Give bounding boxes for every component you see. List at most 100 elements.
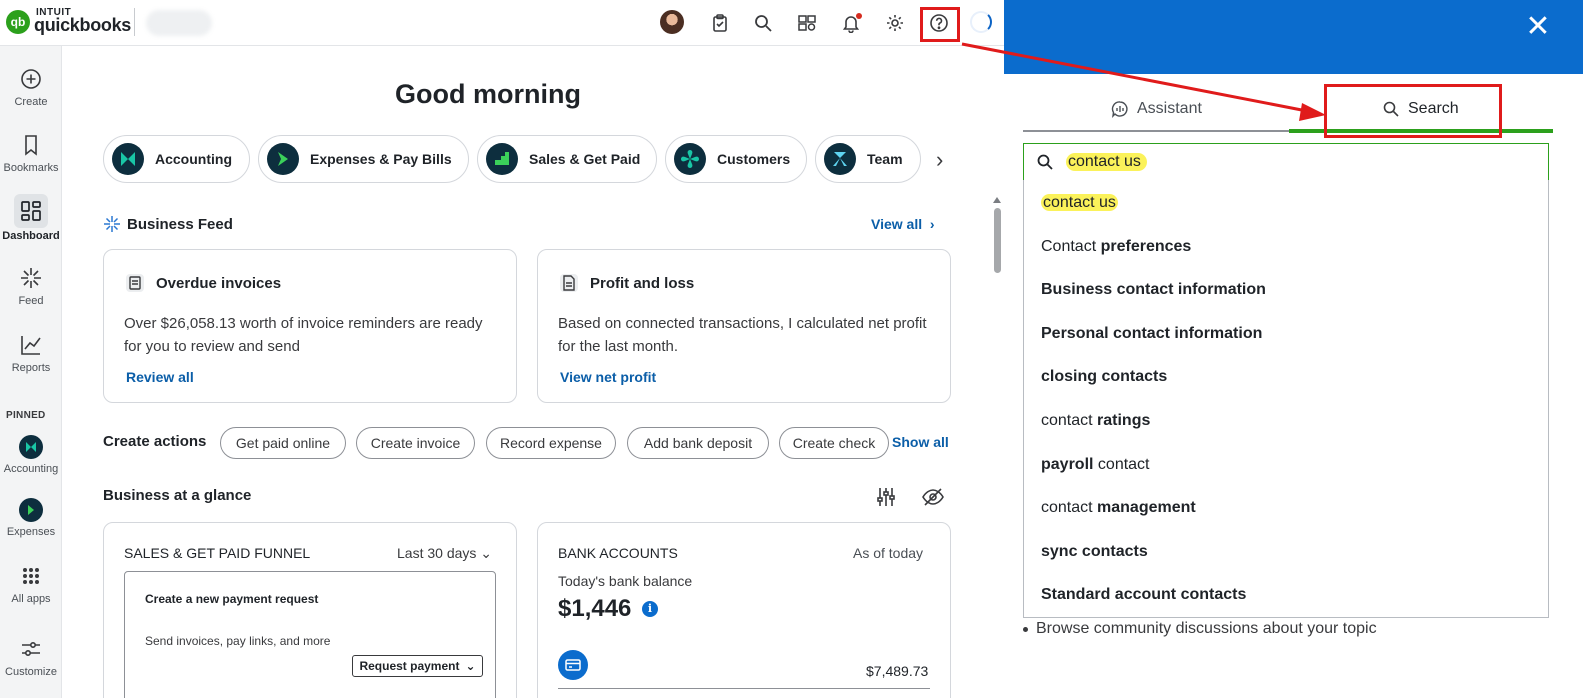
review-all-link[interactable]: Review all bbox=[126, 369, 194, 385]
sidebar-item-reports[interactable]: Reports bbox=[0, 332, 62, 374]
tab-assistant[interactable]: Assistant bbox=[1111, 100, 1202, 118]
category-label: Team bbox=[867, 151, 903, 167]
create-invoice-button[interactable]: Create invoice bbox=[356, 427, 475, 459]
payment-request-body: Send invoices, pay links, and more bbox=[145, 634, 331, 648]
category-label: Sales & Get Paid bbox=[529, 151, 641, 167]
customize-sliders-icon[interactable] bbox=[875, 486, 897, 508]
suggestions-dropdown: contact us Contact preferences Business … bbox=[1023, 180, 1549, 618]
card-title: SALES & GET PAID FUNNEL bbox=[124, 545, 311, 561]
sidebar-item-bookmarks[interactable]: Bookmarks bbox=[0, 132, 62, 174]
suggestion-bold-text: Personal contact information bbox=[1041, 325, 1263, 342]
feed-icon bbox=[21, 268, 41, 288]
category-accounting[interactable]: Accounting bbox=[103, 135, 250, 183]
hide-eye-icon[interactable] bbox=[921, 486, 945, 508]
as-of-label: As of today bbox=[853, 545, 924, 561]
close-icon[interactable]: ✕ bbox=[1523, 12, 1553, 42]
plus-circle-icon bbox=[21, 69, 41, 89]
sidebar-item-dashboard[interactable]: Dashboard bbox=[0, 194, 62, 242]
suggestion-item[interactable]: contact management bbox=[1041, 499, 1196, 517]
community-bullet: Browse community discussions about your … bbox=[1023, 620, 1377, 638]
category-customers[interactable]: Customers bbox=[665, 135, 807, 183]
account-amount: $7,489.73 bbox=[866, 663, 929, 679]
suggestion-bold-text: sync contacts bbox=[1041, 543, 1148, 560]
suggestion-item[interactable]: closing contacts bbox=[1041, 368, 1167, 386]
main-content: Good morning Accounting Expenses & Pay B… bbox=[63, 46, 1003, 698]
search-input[interactable]: contact us bbox=[1066, 153, 1147, 171]
suggestion-text: contact bbox=[1093, 456, 1150, 473]
card-title-text: Overdue invoices bbox=[156, 274, 282, 292]
suggestion-item[interactable]: Personal contact information bbox=[1041, 325, 1262, 343]
view-all-label: View all bbox=[871, 216, 923, 232]
payment-request-panel: Create a new payment request Send invoic… bbox=[124, 571, 496, 698]
suggestion-text: contact us bbox=[1041, 194, 1118, 211]
quickbooks-logo-icon[interactable]: qb bbox=[6, 10, 30, 34]
sidebar-item-accounting[interactable]: Accounting bbox=[0, 435, 62, 475]
request-payment-label: Request payment bbox=[359, 659, 460, 673]
sidebar-item-label: Reports bbox=[11, 362, 51, 374]
suggestion-item[interactable]: Standard account contacts bbox=[1041, 586, 1246, 604]
sidebar-item-feed[interactable]: Feed bbox=[0, 265, 62, 307]
top-bar: qb INTUIT quickbooks bbox=[0, 0, 1013, 46]
suggestion-item[interactable]: Contact preferences bbox=[1041, 238, 1191, 256]
sliders-icon bbox=[22, 642, 40, 657]
search-tab-annotation-box bbox=[1324, 84, 1502, 138]
bank-card-icon bbox=[558, 650, 588, 680]
suggestion-bold-text: preferences bbox=[1100, 238, 1192, 255]
suggestion-item[interactable]: contact us bbox=[1041, 194, 1118, 212]
category-expenses[interactable]: Expenses & Pay Bills bbox=[258, 135, 469, 183]
notification-dot bbox=[856, 13, 862, 19]
chevron-right-icon[interactable]: › bbox=[936, 147, 943, 173]
expenses-icon bbox=[19, 498, 43, 522]
add-bank-deposit-button[interactable]: Add bank deposit bbox=[627, 427, 769, 459]
info-icon[interactable]: i bbox=[642, 601, 658, 617]
suggestion-bold-text: ratings bbox=[1097, 412, 1151, 429]
suggestion-item[interactable]: payroll contact bbox=[1041, 456, 1150, 474]
suggestion-item[interactable]: contact ratings bbox=[1041, 412, 1150, 430]
sidebar-item-label: Create bbox=[14, 96, 48, 108]
sidebar-item-label: Customize bbox=[5, 666, 57, 678]
chevron-down-icon: ⌄ bbox=[480, 545, 493, 561]
card-title: Profit and loss bbox=[558, 272, 694, 294]
expenses-icon bbox=[267, 143, 299, 175]
tab-underline bbox=[1023, 130, 1289, 132]
suggestion-item[interactable]: Business contact information bbox=[1041, 281, 1266, 299]
accounting-icon bbox=[19, 435, 43, 459]
request-payment-button[interactable]: Request payment ⌄ bbox=[352, 655, 483, 677]
get-paid-online-button[interactable]: Get paid online bbox=[220, 427, 346, 459]
assistant-icon bbox=[1111, 101, 1128, 118]
suggestion-bold-text: management bbox=[1097, 499, 1196, 516]
help-annotation-box bbox=[920, 7, 960, 42]
sidebar-item-label: All apps bbox=[11, 593, 51, 605]
view-net-profit-link[interactable]: View net profit bbox=[560, 369, 656, 385]
scroll-up-arrow-icon[interactable] bbox=[993, 197, 1001, 203]
search-field[interactable]: contact us bbox=[1023, 143, 1549, 181]
sidebar-item-label: Feed bbox=[18, 295, 44, 307]
avatar[interactable] bbox=[660, 10, 684, 34]
category-team[interactable]: Team bbox=[815, 135, 921, 183]
scrollbar-thumb[interactable] bbox=[994, 208, 1001, 273]
help-panel: ✕ Assistant Search contact us contact us… bbox=[1004, 0, 1583, 698]
sidebar-item-all-apps[interactable]: All apps bbox=[0, 563, 62, 605]
sales-icon bbox=[486, 143, 518, 175]
clipboard-icon[interactable] bbox=[708, 11, 732, 35]
quickbooks-wordmark[interactable]: quickbooks bbox=[34, 15, 131, 36]
view-all-link[interactable]: View all › bbox=[871, 216, 935, 232]
search-icon[interactable] bbox=[751, 11, 775, 35]
left-sidebar: Create Bookmarks Dashboard Feed Reports … bbox=[0, 46, 62, 698]
apps-icon[interactable] bbox=[795, 11, 819, 35]
show-all-link[interactable]: Show all bbox=[892, 434, 949, 450]
date-range-dropdown[interactable]: Last 30 days ⌄ bbox=[397, 545, 492, 562]
balance-label: Today's bank balance bbox=[558, 573, 693, 589]
gear-icon[interactable] bbox=[883, 11, 907, 35]
sidebar-item-label: Dashboard bbox=[2, 230, 60, 242]
sidebar-item-create[interactable]: Create bbox=[0, 66, 62, 108]
record-expense-button[interactable]: Record expense bbox=[486, 427, 616, 459]
bullet-icon bbox=[1023, 626, 1028, 632]
page-title: Good morning bbox=[395, 79, 581, 109]
category-sales[interactable]: Sales & Get Paid bbox=[477, 135, 657, 183]
sidebar-item-customize[interactable]: Customize bbox=[0, 636, 62, 678]
suggestion-item[interactable]: sync contacts bbox=[1041, 543, 1148, 561]
create-check-button[interactable]: Create check bbox=[779, 427, 889, 459]
sidebar-item-expenses[interactable]: Expenses bbox=[0, 498, 62, 538]
card-title-text: Profit and loss bbox=[590, 274, 695, 292]
